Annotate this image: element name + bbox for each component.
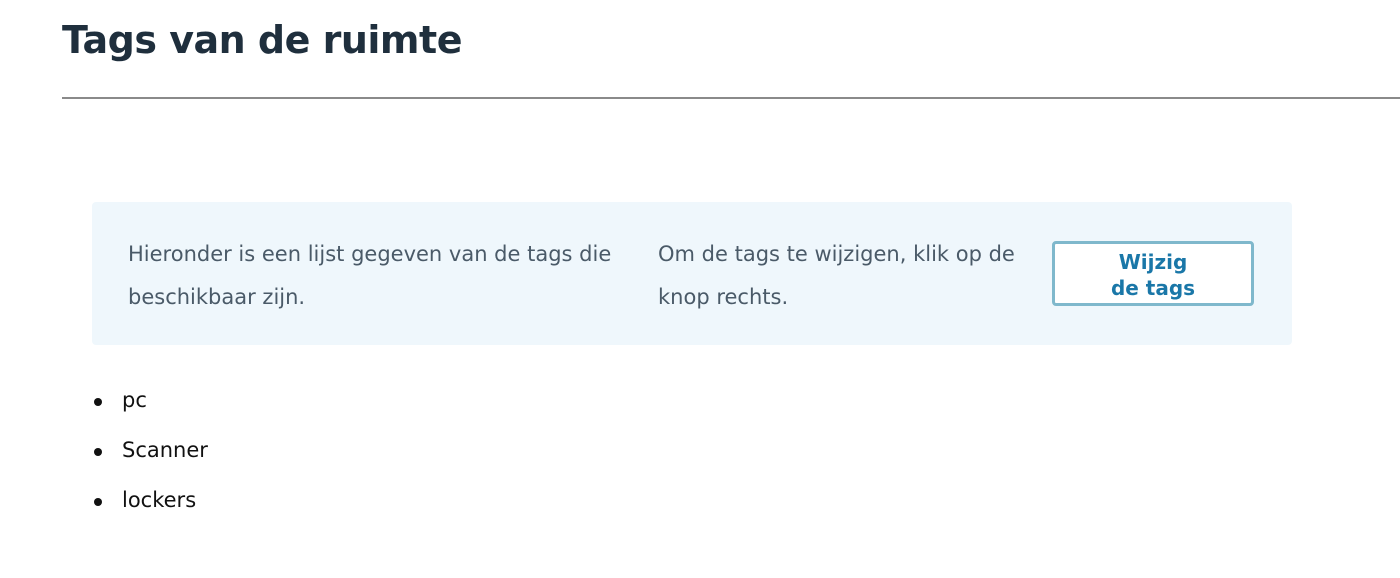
- edit-tags-button[interactable]: Wijzig de tags: [1052, 241, 1254, 306]
- title-divider: [62, 97, 1400, 99]
- bullet-icon: [94, 398, 102, 406]
- info-instruction: Om de tags te wijzigen, klik op de knop …: [658, 242, 1015, 309]
- info-description: Hieronder is een lijst gegeven van de ta…: [128, 242, 612, 309]
- info-panel: Hieronder is een lijst gegeven van de ta…: [92, 202, 1292, 345]
- edit-tags-button-label-line2: de tags: [1110, 276, 1196, 300]
- tag-list-item: lockers: [92, 480, 208, 530]
- bullet-icon: [94, 448, 102, 456]
- tag-label: pc: [122, 388, 147, 412]
- tag-list-item: pc: [92, 380, 208, 430]
- tag-list-item: Scanner: [92, 430, 208, 480]
- tag-label: Scanner: [122, 438, 208, 462]
- edit-tags-button-label-line1: Wijzig: [1118, 250, 1188, 274]
- bullet-icon: [94, 498, 102, 506]
- tag-list: pc Scanner lockers: [92, 380, 208, 530]
- page-title: Tags van de ruimte: [62, 18, 462, 62]
- tag-label: lockers: [122, 488, 197, 512]
